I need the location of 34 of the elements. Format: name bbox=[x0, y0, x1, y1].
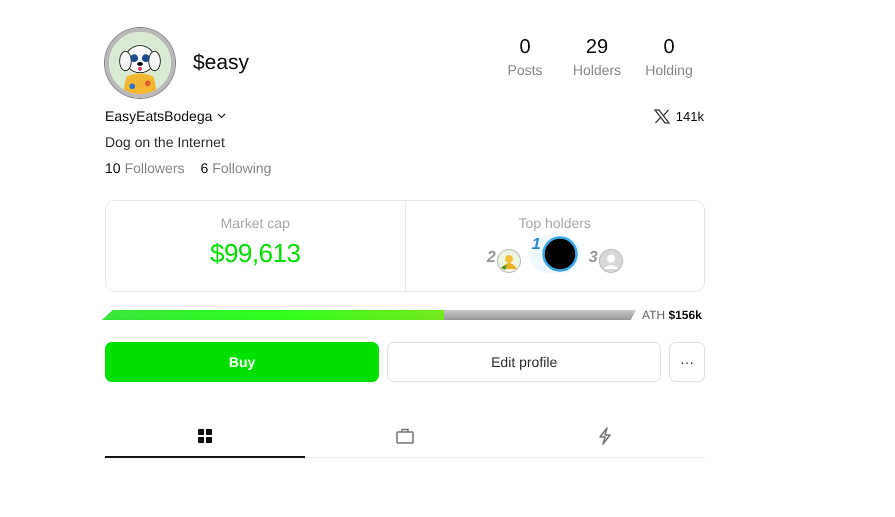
grid-icon bbox=[198, 429, 212, 443]
token-ticker: $easy bbox=[193, 51, 250, 75]
holder-item[interactable]: 2 bbox=[486, 249, 521, 273]
holder-avatar[interactable] bbox=[542, 236, 578, 272]
x-logo-icon bbox=[654, 108, 670, 124]
stat-value: 0 bbox=[663, 36, 675, 59]
market-cap-label: Market cap bbox=[220, 215, 290, 231]
stat-label: Posts bbox=[507, 62, 542, 78]
follow-link[interactable]: Followers bbox=[124, 160, 184, 176]
holder-item[interactable]: 1 bbox=[528, 235, 581, 273]
stat-value: 0 bbox=[519, 36, 531, 59]
more-button[interactable]: ··· bbox=[669, 342, 705, 382]
stat-label: Holding bbox=[645, 62, 693, 78]
chevron-down-icon bbox=[217, 113, 226, 119]
buy-button[interactable]: Buy bbox=[105, 342, 380, 382]
market-cap-value: $99,613 bbox=[210, 238, 300, 269]
stat-label: Holders bbox=[572, 62, 622, 78]
edit-profile-button[interactable]: Edit profile bbox=[387, 342, 662, 382]
bag-icon bbox=[396, 428, 414, 444]
rank-number: 1 bbox=[532, 236, 541, 254]
user-avatar-icon[interactable] bbox=[598, 249, 623, 273]
rank-number: 2 bbox=[486, 249, 496, 267]
lightning-icon bbox=[598, 427, 612, 445]
follow-count: 10 bbox=[105, 160, 121, 176]
x-followers-count: 141k bbox=[676, 108, 704, 124]
ath-label: ATH $156k bbox=[642, 308, 702, 322]
bio-text: Dog on the Internet bbox=[105, 134, 226, 150]
top-holders-label: Top holders bbox=[518, 215, 591, 231]
rank-number: 3 bbox=[588, 249, 598, 267]
follow-link[interactable]: Following bbox=[212, 160, 272, 176]
stat-value: 29 bbox=[586, 36, 608, 59]
holder-item[interactable]: 3 bbox=[588, 249, 623, 273]
follow-count: 6 bbox=[200, 160, 208, 176]
username-dropdown[interactable]: EasyEatsBodega bbox=[105, 108, 226, 124]
